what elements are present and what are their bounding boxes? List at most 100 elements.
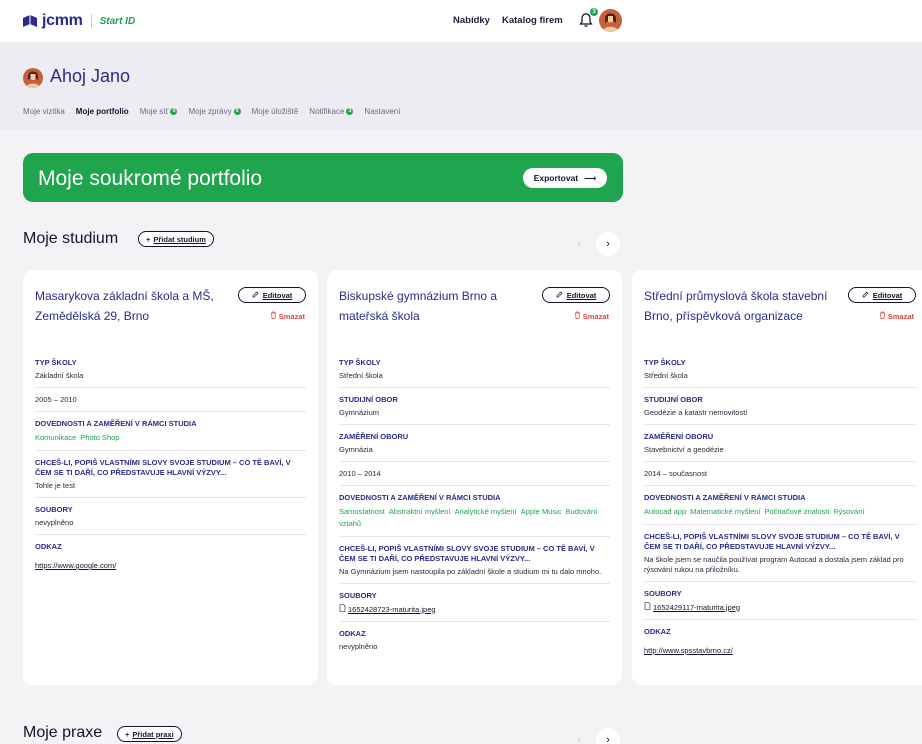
chevron-right-icon[interactable]: ›	[596, 232, 620, 256]
tab-label: Moje vizitka	[23, 107, 65, 116]
tab-moje-portfolio[interactable]: Moje portfolio	[76, 107, 129, 116]
field-value: Geodézie a katastr nemovitostí	[644, 408, 748, 417]
file-name: 1652429117-maturita.jpeg	[653, 602, 741, 612]
skill-tag: Matematické myšlení	[690, 507, 761, 516]
field-label: CHCEŠ-LI, POPIŠ VLASTNÍMI SLOVY SVOJE ST…	[35, 458, 291, 477]
tab-label: Moje zprávy	[188, 107, 232, 116]
field-value: nevyplněno	[339, 642, 378, 651]
skill-tag: Abstraktní myšlení	[388, 507, 451, 516]
edit-label: Editovat	[262, 290, 293, 300]
section-title-studium: Moje studium	[23, 230, 119, 247]
field-label: SOUBORY	[644, 589, 682, 598]
edit-label: Editovat	[566, 290, 597, 300]
study-card: Střední průmyslová škola stavební Brno, …	[632, 270, 922, 685]
study-period: 2014 – současnost	[644, 469, 707, 478]
skill-tag: Komunikace	[35, 433, 77, 442]
study-period: 2005 – 2010	[35, 395, 77, 404]
delete-label: Smazat	[582, 311, 609, 321]
arrow-right-icon: ⟶	[584, 172, 597, 183]
delete-label: Smazat	[278, 311, 305, 321]
profile-tabs: Moje vizitka Moje portfolio Moje síť 0 Mo…	[23, 107, 400, 116]
notification-badge: 3	[590, 8, 598, 16]
tab-moje-zpravy[interactable]: Moje zprávy 0	[188, 107, 241, 116]
external-link[interactable]: https://www.google.com/	[35, 561, 116, 570]
tab-notifikace[interactable]: Notifikace 3	[309, 107, 354, 116]
field-label: TYP ŠKOLY	[35, 358, 77, 367]
skill-tag: Počítačové znalosti	[764, 507, 830, 516]
card-fields: TYP ŠKOLY Základní škola 2005 – 2010 DOV…	[35, 358, 306, 586]
field-files: SOUBORY 1652428723-maturita.jpeg	[339, 591, 610, 622]
edit-label: Editovat	[872, 290, 903, 300]
trash-icon	[270, 311, 277, 321]
add-studium-button[interactable]: + Přidat studium	[138, 231, 214, 247]
file-icon	[339, 604, 346, 615]
skill-tags: Autocad app Matematické myšlení Počítačové…	[644, 506, 916, 518]
page-title: Ahoj Jano	[50, 66, 131, 86]
external-link[interactable]: http://www.spsstavbrno.cz/	[644, 646, 733, 655]
field-label: STUDIJNÍ OBOR	[644, 395, 703, 404]
field-obor: STUDIJNÍ OBOR Geodézie a katastr nemovit…	[644, 395, 916, 425]
skill-tag: Apple Music	[520, 507, 562, 516]
chevron-left-icon[interactable]: ‹	[567, 232, 591, 256]
section-title-praxe: Moje praxe	[23, 724, 103, 741]
field-label: DOVEDNOSTI A ZAMĚŘENÍ V RÁMCI STUDIA	[339, 493, 501, 502]
delete-button[interactable]: Smazat	[574, 311, 609, 321]
tab-label: Nastavení	[364, 107, 401, 116]
field-period: 2005 – 2010	[35, 395, 306, 412]
tab-label: Moje portfolio	[75, 107, 129, 116]
field-label: ODKAZ	[35, 542, 62, 551]
chevron-right-icon[interactable]: ›	[596, 728, 620, 744]
add-praxe-button[interactable]: + Přidat praxi	[117, 726, 182, 742]
export-button[interactable]: Exportovat ⟶	[523, 168, 607, 188]
field-label: ZAMĚŘENÍ OBORU	[339, 432, 409, 441]
file-attachment[interactable]: 1652429117-maturita.jpeg	[644, 602, 916, 613]
field-zamereni: ZAMĚŘENÍ OBORU Stavebnictví a geodézie	[644, 432, 916, 462]
field-value: Střední škola	[644, 371, 688, 380]
field-typ-skoly: TYP ŠKOLY Střední škola	[339, 358, 610, 388]
profile-header	[0, 42, 922, 130]
edit-button[interactable]: Editovat	[238, 287, 306, 303]
field-description: CHCEŠ-LI, POPIŠ VLASTNÍMI SLOVY SVOJE ST…	[35, 458, 306, 498]
avatar[interactable]	[599, 9, 622, 32]
file-attachment[interactable]: 1652428723-maturita.jpeg	[339, 604, 610, 615]
delete-button[interactable]: Smazat	[270, 311, 305, 321]
pencil-icon	[556, 291, 563, 300]
delete-button[interactable]: Smazat	[879, 311, 914, 321]
field-label: ZAMĚŘENÍ OBORU	[644, 432, 714, 441]
export-label: Exportovat	[533, 173, 579, 183]
tab-nastaveni[interactable]: Nastavení	[364, 107, 400, 116]
field-link: ODKAZ http://www.spsstavbrno.cz/	[644, 627, 916, 664]
pencil-icon	[252, 291, 259, 300]
field-typ-skoly: TYP ŠKOLY Základní škola	[35, 358, 306, 388]
field-link: ODKAZ https://www.google.com/	[35, 542, 306, 579]
banner-title: Moje soukromé portfolio	[38, 167, 263, 190]
logo[interactable]: jcmm Start ID	[23, 12, 135, 30]
tab-moje-uloziste[interactable]: Moje úložiště	[252, 107, 299, 116]
field-period: 2010 – 2014	[339, 469, 610, 486]
pencil-icon	[862, 291, 869, 300]
field-value: Gymnázia	[339, 445, 373, 454]
field-label: CHCEŠ-LI, POPIŠ VLASTNÍMI SLOVY SVOJE ST…	[644, 532, 900, 551]
field-label: CHCEŠ-LI, POPIŠ VLASTNÍMI SLOVY SVOJE ST…	[339, 544, 595, 563]
file-icon	[644, 602, 651, 613]
edit-button[interactable]: Editovat	[542, 287, 610, 303]
field-label: STUDIJNÍ OBOR	[339, 395, 398, 404]
chevron-left-icon[interactable]: ‹	[567, 728, 591, 744]
field-period: 2014 – současnost	[644, 469, 916, 486]
nav-katalog-firem[interactable]: Katalog firem	[502, 15, 563, 26]
delete-label: Smazat	[887, 311, 914, 321]
tab-moje-sit[interactable]: Moje síť 0	[140, 107, 178, 116]
logo-text: jcmm	[42, 12, 83, 29]
tab-badge: 3	[346, 108, 354, 115]
study-card: Masarykova základní škola a MŠ, Zeměděls…	[23, 270, 318, 685]
nav-nabidky[interactable]: Nabídky	[453, 15, 490, 26]
field-value: Gymnázium	[339, 408, 380, 417]
field-value: Na škole jsem se naučila používat progra…	[644, 555, 904, 574]
edit-button[interactable]: Editovat	[848, 287, 916, 303]
field-files: SOUBORY nevyplněno	[35, 505, 306, 535]
study-period: 2010 – 2014	[339, 469, 381, 478]
tab-moje-vizitka[interactable]: Moje vizitka	[23, 107, 65, 116]
field-value: nevyplněno	[35, 518, 74, 527]
field-label: SOUBORY	[339, 591, 377, 600]
trash-icon	[879, 311, 886, 321]
